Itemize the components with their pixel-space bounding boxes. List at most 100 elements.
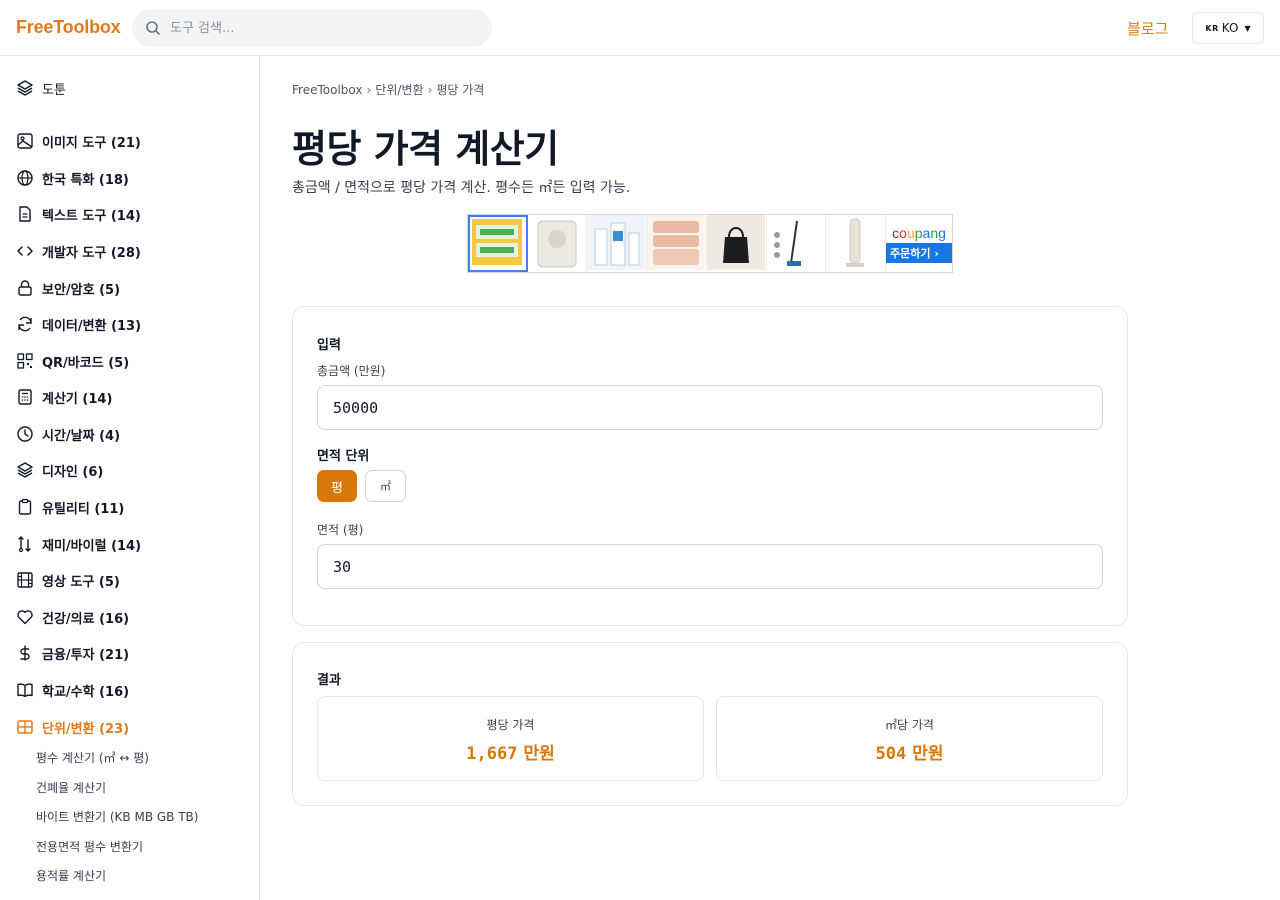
- sidebar-item-label: 데이터/변환 (13): [42, 318, 142, 334]
- total-amount-label: 총금액 (만원): [317, 364, 386, 378]
- sidebar-subitem[interactable]: 바이트 변환기 (KB MB GB TB): [36, 808, 198, 826]
- sidebar-item-image[interactable]: 이미지 도구 (21): [16, 129, 141, 153]
- sidebar-item-time[interactable]: 시간/날짜 (4): [16, 422, 120, 446]
- coupang-logo[interactable]: coupang 주문하기 ›: [886, 215, 953, 272]
- per-sqm-unit: 만원: [912, 744, 944, 764]
- search-box[interactable]: [132, 9, 492, 47]
- breadcrumb-root[interactable]: FreeToolbox: [292, 83, 362, 97]
- sidebar-item-label: 유틸리티 (11): [42, 501, 125, 517]
- unit-pyeong-button[interactable]: 평: [317, 470, 357, 502]
- sidebar-subitem[interactable]: 건폐율 계산기: [36, 779, 106, 797]
- sidebar-item-label: 디자인 (6): [42, 464, 104, 480]
- sidebar-item-label: 도툰: [42, 82, 66, 98]
- layers-icon: [16, 79, 34, 97]
- sidebar-item-label: 텍스트 도구 (14): [42, 208, 141, 224]
- sidebar-item-utility[interactable]: 유틸리티 (11): [16, 495, 124, 519]
- site-logo[interactable]: FreeToolbox: [16, 17, 121, 38]
- sidebar-subitem[interactable]: 전용면적 평수 변환기: [36, 838, 143, 856]
- sidebar-item-design[interactable]: 디자인 (6): [16, 458, 103, 482]
- code-icon: [16, 242, 34, 260]
- result-card-title: 결과: [317, 673, 341, 688]
- sidebar-item-label: QR/바코드 (5): [42, 355, 130, 371]
- lock-icon: [16, 279, 34, 297]
- ad-product-image[interactable]: [766, 215, 827, 272]
- sidebar-item-text[interactable]: 텍스트 도구 (14): [16, 202, 141, 226]
- calculator-icon: [16, 388, 34, 406]
- sidebar-item-data[interactable]: 데이터/변환 (13): [16, 312, 141, 336]
- ad-product-image[interactable]: [706, 215, 767, 272]
- sidebar-item-label: 단위/변환 (23): [42, 721, 130, 737]
- search-input[interactable]: [170, 9, 470, 47]
- blog-link[interactable]: 블로그: [1127, 18, 1168, 39]
- per-pyeong-label: 평당 가격: [486, 718, 535, 732]
- sidebar-item-label: 계산기 (14): [42, 391, 113, 407]
- input-card: 입력 총금액 (만원) 면적 단위 평 ㎡ 면적 (평): [292, 306, 1128, 626]
- result-card: 결과 평당 가격 1,667 만원 ㎡당 가격 504 만원: [292, 642, 1128, 806]
- shuffle-icon: [16, 535, 34, 553]
- ad-product-image[interactable]: [528, 215, 588, 272]
- sidebar-item-finance[interactable]: 금융/투자 (21): [16, 641, 129, 665]
- sidebar-item-video[interactable]: 영상 도구 (5): [16, 568, 120, 592]
- caret-down-icon: ▼: [1244, 23, 1251, 33]
- area-label: 면적 (평): [317, 523, 364, 537]
- unit-sqm-button[interactable]: ㎡: [365, 470, 406, 502]
- sidebar-item-developer[interactable]: 개발자 도구 (28): [16, 239, 141, 263]
- search-icon: [145, 20, 161, 36]
- sidebar-item-label: 학교/수학 (16): [42, 684, 130, 700]
- heart-icon: [16, 608, 34, 626]
- sidebar-item-units[interactable]: 단위/변환 (23): [16, 715, 129, 739]
- sidebar-item-fun[interactable]: 재미/바이럴 (14): [16, 532, 141, 556]
- breadcrumb: FreeToolbox › 단위/변환 › 평당 가격: [292, 81, 484, 98]
- sidebar-item-label: 보안/암호 (5): [42, 282, 121, 298]
- top-bar: FreeToolbox 블로그 KR KO ▼: [0, 0, 1280, 56]
- sidebar-item-korea[interactable]: 한국 특화 (18): [16, 166, 129, 190]
- ad-product-image[interactable]: [826, 215, 887, 272]
- sidebar-item-label: 개발자 도구 (28): [42, 245, 141, 261]
- per-pyeong-result: 평당 가격 1,667 만원: [317, 696, 704, 781]
- layers-icon: [16, 461, 34, 479]
- sidebar-subitem[interactable]: 평수 계산기 (㎡ ↔ 평): [36, 749, 149, 767]
- ad-product-image[interactable]: [647, 215, 707, 272]
- language-selector[interactable]: KR KO ▼: [1192, 12, 1264, 44]
- per-sqm-label: ㎡당 가격: [885, 718, 934, 732]
- book-icon: [16, 681, 34, 699]
- ad-banner[interactable]: coupang 주문하기 ›: [467, 214, 953, 273]
- grid-icon: [16, 718, 34, 736]
- refresh-icon: [16, 315, 34, 333]
- sidebar-item-label: 시간/날짜 (4): [42, 428, 121, 444]
- breadcrumb-category[interactable]: 단위/변환: [375, 83, 423, 97]
- sidebar-item-label: 한국 특화 (18): [42, 172, 129, 188]
- sidebar-item-health[interactable]: 건강/의료 (16): [16, 605, 129, 629]
- qr-icon: [16, 352, 34, 370]
- ad-order-button[interactable]: 주문하기 ›: [886, 242, 953, 263]
- page-title: 평당 가격 계산기: [292, 127, 559, 171]
- per-sqm-result: ㎡당 가격 504 만원: [716, 696, 1103, 781]
- sidebar-item-label: 이미지 도구 (21): [42, 135, 141, 151]
- flag-icon: KR: [1205, 23, 1219, 33]
- image-icon: [16, 132, 34, 150]
- sidebar-item-label: 건강/의료 (16): [42, 611, 130, 627]
- sidebar-item-calculator[interactable]: 계산기 (14): [16, 385, 112, 409]
- dollar-icon: [16, 644, 34, 662]
- per-sqm-value-row: 504 만원: [717, 739, 1102, 764]
- per-pyeong-value: 1,667: [466, 744, 518, 764]
- file-text-icon: [16, 205, 34, 223]
- sidebar-item-security[interactable]: 보안/암호 (5): [16, 276, 120, 300]
- per-pyeong-value-row: 1,667 만원: [318, 739, 703, 764]
- sidebar-subitem[interactable]: 용적률 계산기: [36, 867, 106, 885]
- ad-product-image[interactable]: [587, 215, 648, 272]
- clipboard-icon: [16, 498, 34, 516]
- sidebar-item-top[interactable]: 도툰: [16, 76, 66, 100]
- area-input[interactable]: [317, 544, 1103, 589]
- ad-product-image[interactable]: [468, 215, 528, 272]
- sidebar-item-school[interactable]: 학교/수학 (16): [16, 678, 129, 702]
- sidebar-item-label: 재미/바이럴 (14): [42, 538, 142, 554]
- breadcrumb-current: 평당 가격: [436, 83, 485, 97]
- clock-icon: [16, 425, 34, 443]
- area-unit-label: 면적 단위: [317, 449, 370, 464]
- sidebar-item-qr[interactable]: QR/바코드 (5): [16, 349, 129, 373]
- total-amount-input[interactable]: [317, 385, 1103, 430]
- page-description: 총금액 / 면적으로 평당 가격 계산. 평수든 ㎡든 입력 가능.: [292, 180, 631, 196]
- breadcrumb-separator: ›: [366, 83, 372, 97]
- film-icon: [16, 571, 34, 589]
